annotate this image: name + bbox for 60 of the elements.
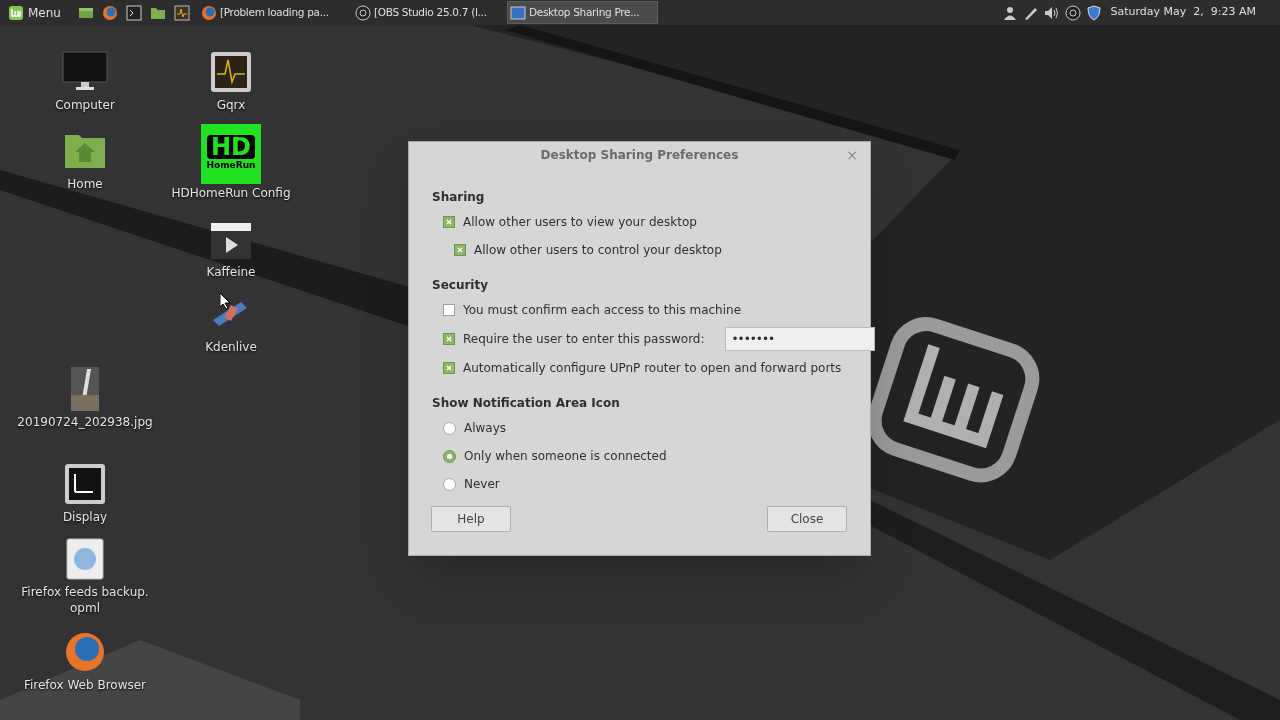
tray-button[interactable]	[1086, 4, 1103, 21]
launcher-button[interactable]	[100, 3, 119, 22]
terminal-icon	[125, 4, 142, 21]
record-icon	[354, 4, 371, 21]
waveform-icon	[173, 4, 190, 21]
radio-button[interactable]	[443, 477, 456, 491]
cursor-icon	[220, 293, 230, 309]
desktop-icon-label[interactable]: Firefox Web Browser	[23, 677, 147, 693]
screen-icon	[509, 4, 526, 21]
option-label: Automatically configure UPnP router to open and forward ports	[463, 360, 842, 377]
check-icon	[456, 246, 464, 254]
radio-button[interactable]	[443, 449, 456, 463]
window-button[interactable]: [Problem loading pa...	[198, 1, 350, 24]
window-title: Desktop Sharing Preferences	[540, 147, 739, 164]
record-icon	[1065, 4, 1082, 21]
desktop-icon-label[interactable]: 20190724_202938.jpg	[17, 414, 153, 430]
tray-button[interactable]	[1065, 4, 1082, 21]
option-label: You must confirm each access to this machine	[463, 302, 742, 319]
desktop-icon-label[interactable]: Kaffeine	[206, 264, 256, 280]
option-label: Only when someone is connected	[464, 448, 667, 465]
checkbox[interactable]	[454, 244, 466, 256]
person-icon	[1002, 4, 1019, 21]
dialog-button[interactable]: Close	[767, 506, 847, 532]
globe-icon	[200, 4, 217, 21]
checkbox[interactable]	[443, 304, 455, 316]
option-label: Always	[464, 420, 507, 437]
desktop-icon-label[interactable]: Display	[62, 509, 108, 525]
section-heading: Show Notification Area Icon	[432, 395, 621, 412]
option-label: Allow other users to view your desktop	[463, 214, 697, 231]
tray-button[interactable]	[1002, 4, 1019, 21]
check-icon	[445, 218, 453, 226]
check-icon	[445, 364, 453, 372]
mint-logo-icon	[8, 4, 24, 21]
check-icon	[445, 335, 453, 343]
option-label: Never	[464, 476, 500, 493]
desktop-icon-label[interactable]: Home	[67, 176, 103, 192]
desktop-icon-label[interactable]: HDHomeRun Config	[171, 185, 291, 201]
globe-icon	[101, 4, 118, 21]
desktop-icon-label[interactable]: Kdenlive	[205, 339, 257, 355]
option-label: Require the user to enter this password:	[463, 331, 705, 348]
shield-icon	[1086, 4, 1103, 21]
launcher-button[interactable]	[124, 3, 143, 22]
checkbox[interactable]	[443, 333, 455, 345]
desktop-icon-label[interactable]: Gqrx	[216, 97, 246, 113]
checkbox[interactable]	[443, 362, 455, 374]
desktop-icon-label[interactable]: Computer	[55, 97, 115, 113]
checkbox[interactable]	[443, 216, 455, 228]
menu-button[interactable]: Menu	[0, 0, 69, 25]
window-button[interactable]: [OBS Studio 25.0.7 (l...	[352, 1, 504, 24]
dialog-button[interactable]: Help	[431, 506, 511, 532]
window-button[interactable]: Desktop Sharing Pre...	[506, 1, 658, 24]
password-field[interactable]: •••••••	[724, 327, 875, 351]
launcher-button[interactable]	[172, 3, 191, 22]
radio-button[interactable]	[443, 421, 456, 435]
section-heading: Security	[432, 277, 490, 294]
desktop-icon-label[interactable]: Firefox feeds backup. opml	[20, 584, 150, 616]
clock: Saturday May 2, 9:23 AM	[1110, 4, 1256, 21]
section-heading: Sharing	[432, 189, 486, 206]
option-label: Allow other users to control your desktop	[474, 242, 722, 259]
hdhomerun-logo: HD HomeRun	[201, 124, 261, 184]
